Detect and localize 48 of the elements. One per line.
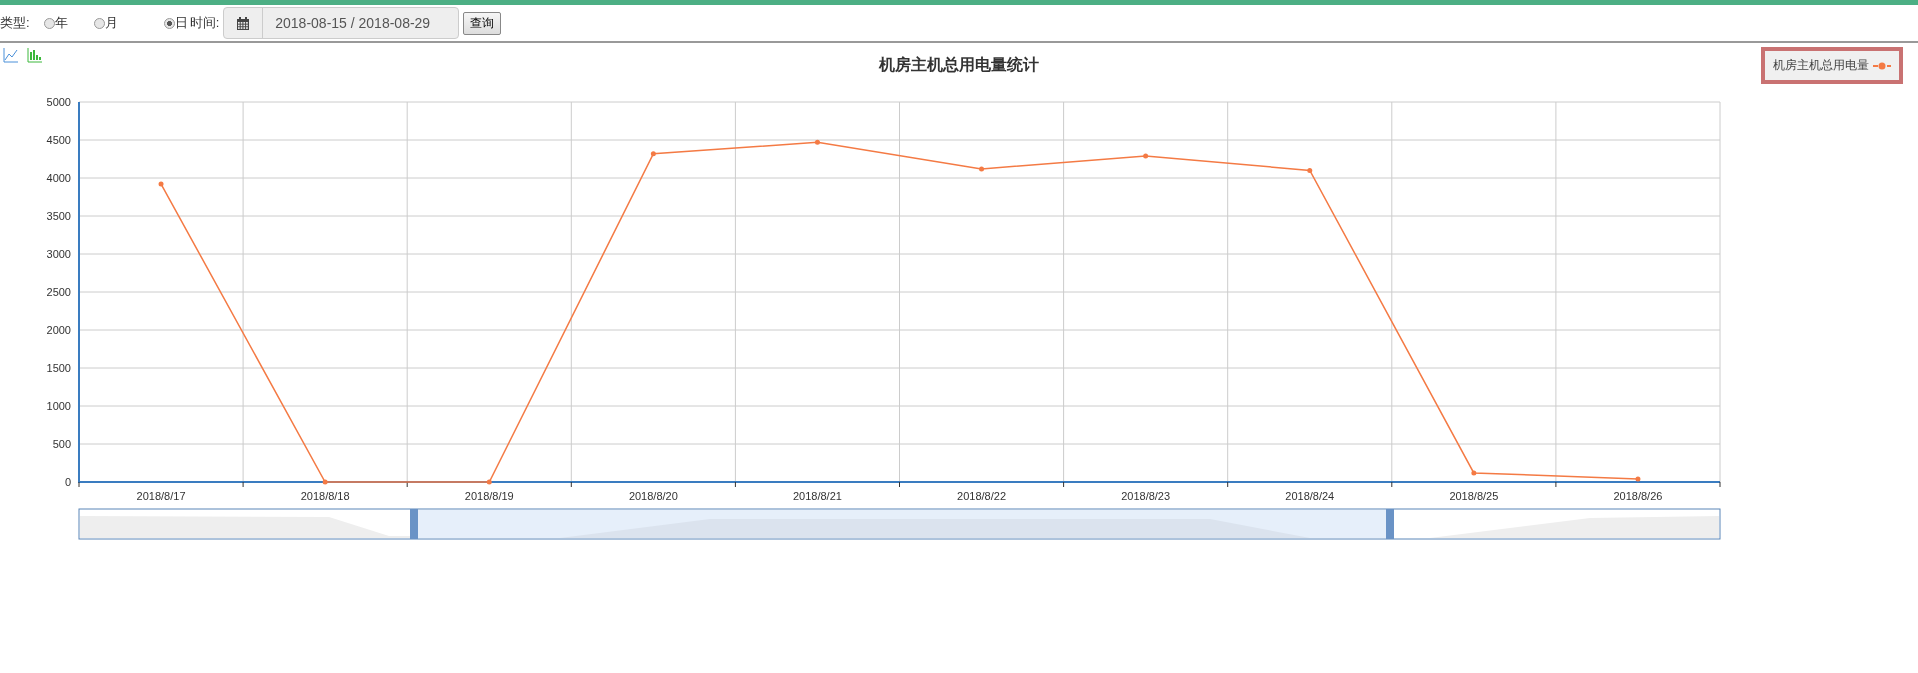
line-chart-icon[interactable] [3,47,19,63]
legend-line-icon [1873,61,1891,70]
data-point[interactable] [979,166,985,172]
data-point[interactable] [1307,167,1313,173]
data-point[interactable] [486,479,492,485]
calendar-icon [237,16,250,30]
y-axis-label: 2000 [46,324,71,336]
x-axis-label: 2018/8/19 [464,490,514,502]
x-axis-label: 2018/8/26 [1613,490,1663,502]
data-point[interactable] [650,151,656,157]
x-axis-label: 2018/8/22 [957,490,1006,502]
radio-option[interactable]: 月 [93,14,118,32]
y-axis-label: 4000 [46,172,71,184]
chart-title: 机房主机总用电量统计 [879,55,1039,75]
y-axis-label: 3000 [46,248,71,260]
y-axis-label: 5000 [46,96,71,108]
x-axis-label: 2018/8/25 [1449,490,1499,502]
radio-icon [163,17,175,29]
chart-legend[interactable]: 机房主机总用电量 [1761,47,1903,84]
y-axis-label: 500 [52,438,71,450]
y-axis-label: 4500 [46,134,71,146]
x-axis-label: 2018/8/17 [136,490,186,502]
data-point[interactable] [1635,476,1641,482]
legend-label: 机房主机总用电量 [1773,57,1869,74]
y-axis-label: 1500 [46,362,71,374]
y-axis-label: 3500 [46,210,71,222]
x-axis-label: 2018/8/21 [793,490,842,502]
data-point[interactable] [158,181,164,187]
data-point[interactable] [814,139,820,145]
x-axis-label: 2018/8/24 [1285,490,1335,502]
x-axis-label: 2018/8/23 [1121,490,1171,502]
radio-icon [93,17,105,29]
y-axis-label: 1000 [46,400,71,412]
y-axis-label: 2500 [46,286,71,298]
x-axis-label: 2018/8/18 [300,490,350,502]
type-label: 类型: [0,14,30,32]
data-point[interactable] [322,479,328,485]
radio-option[interactable]: 日 [163,14,188,32]
y-axis-label: 0 [64,476,71,488]
time-label: 时间: [189,14,220,32]
data-point[interactable] [1471,470,1477,476]
x-axis-label: 2018/8/20 [628,490,678,502]
radio-icon [43,17,55,29]
radio-option[interactable]: 年 [43,14,68,32]
query-button[interactable]: 查询 [463,11,502,35]
bar-chart-icon[interactable] [27,47,43,63]
date-range-field[interactable]: 2018-08-15 / 2018-08-29 [223,7,460,39]
data-point[interactable] [1143,153,1149,159]
